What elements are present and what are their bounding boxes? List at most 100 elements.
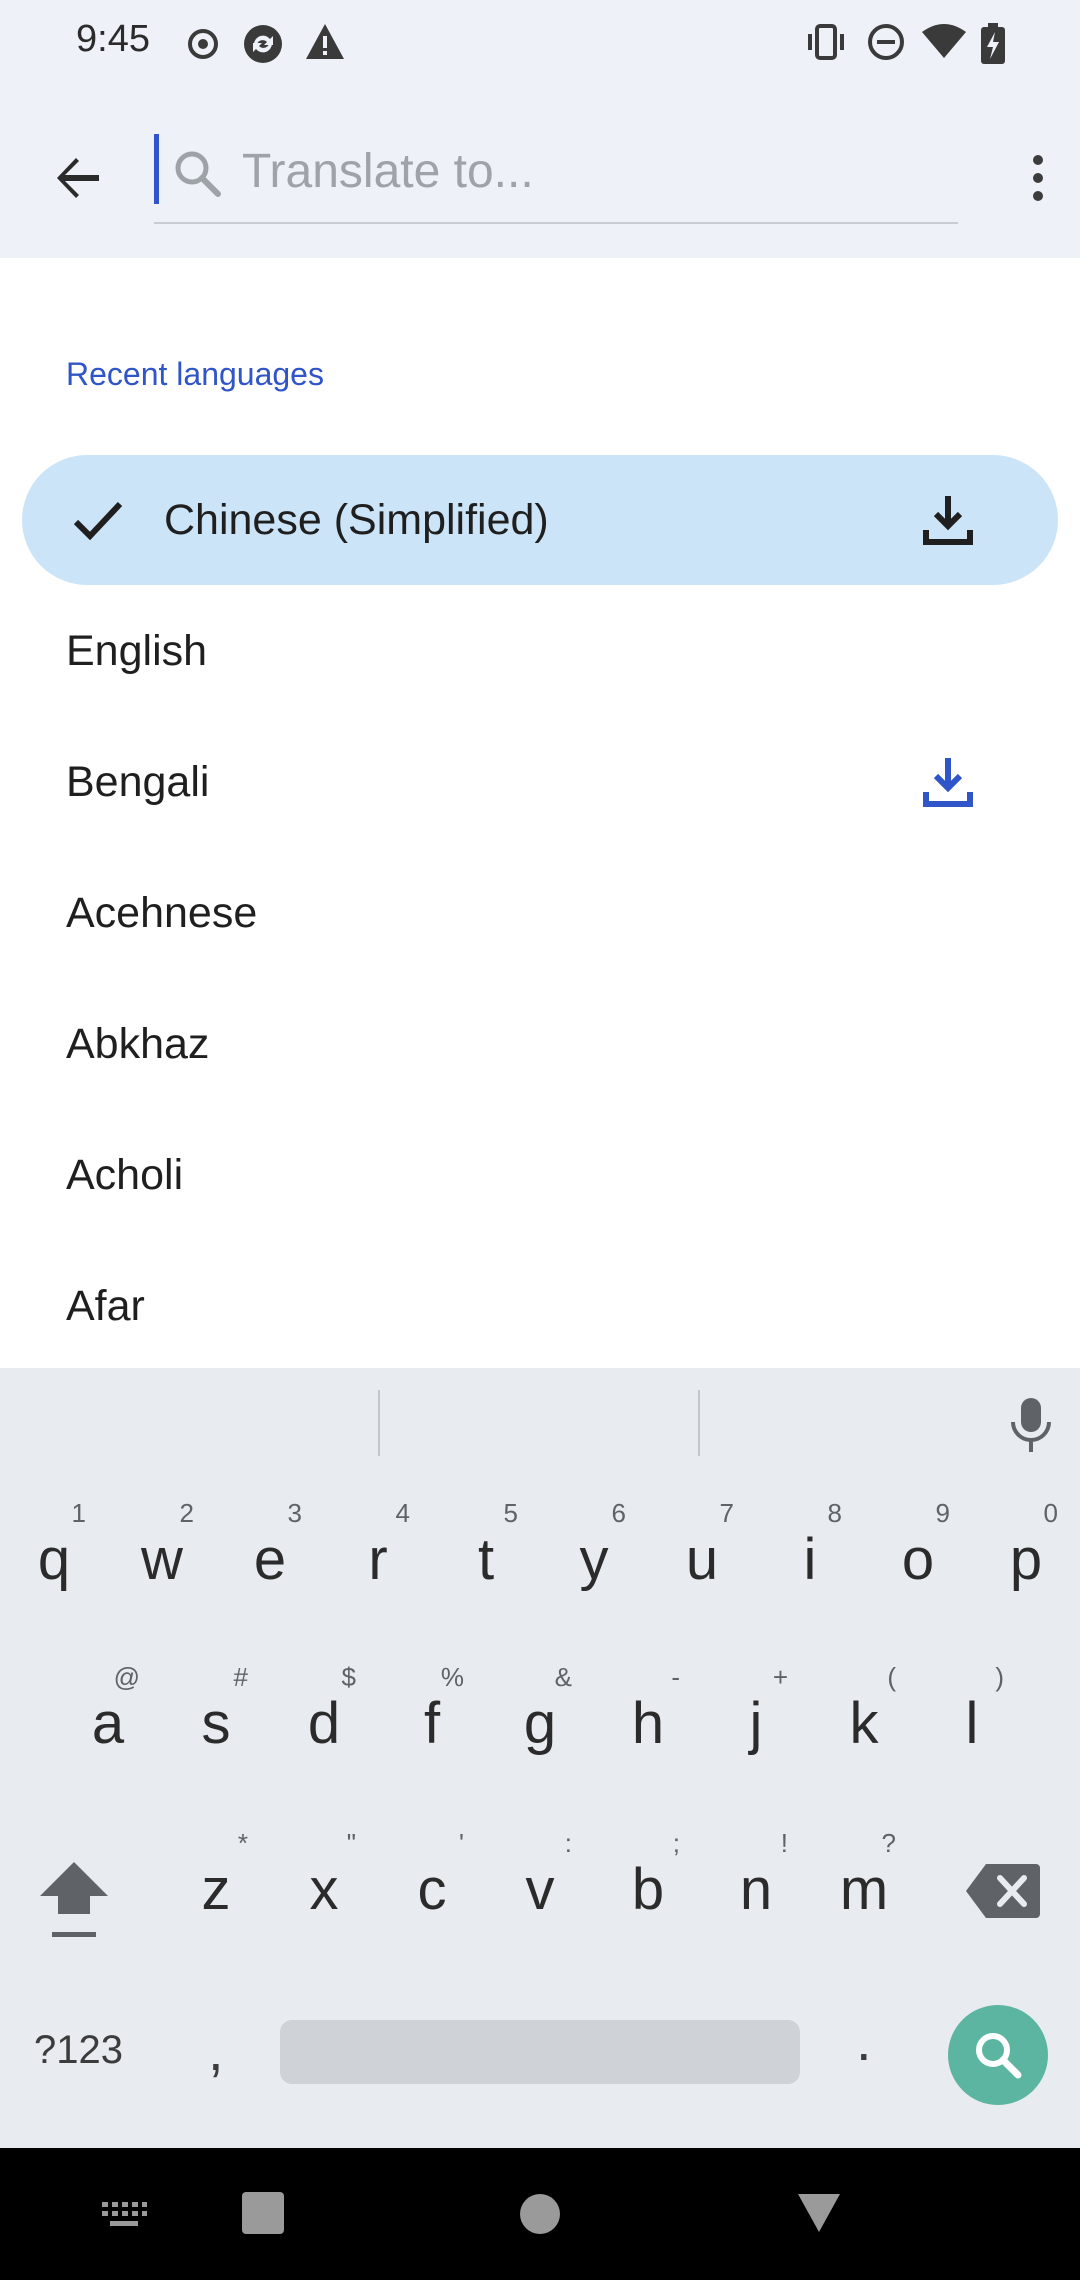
key-o[interactable]: 9o [868,1496,968,1606]
key-hint: % [440,1662,464,1692]
text-cursor [154,134,159,204]
key-n[interactable]: ! n [706,1826,806,1936]
more-options-button[interactable] [1008,138,1068,218]
search-action-key[interactable] [948,2005,1048,2105]
key-hint: ' [459,1828,464,1858]
key-x[interactable]: " x [274,1826,374,1936]
space-bar[interactable] [280,2020,800,2084]
key-b[interactable]: ; b [598,1826,698,1936]
key-j[interactable]: + j [706,1660,806,1770]
key-label: j [749,1691,763,1756]
key-label: l [965,1691,979,1756]
key-label: b [631,1857,665,1922]
warning-icon [306,24,344,59]
key-k[interactable]: (k [814,1660,914,1770]
key-hint: 7 [719,1498,734,1528]
symbols-key[interactable]: ?123 [34,2028,123,2073]
key-label: q [37,1527,71,1592]
app-bar [0,90,1080,258]
comma-key[interactable]: , [208,2018,224,2083]
recents-button[interactable] [242,2192,284,2234]
key-hint: & [554,1662,572,1692]
language-label: English [66,627,208,675]
key-hint: " [346,1828,356,1858]
language-item[interactable]: Acehnese [0,848,1080,978]
key-label: z [201,1857,231,1922]
language-label: Acehnese [66,889,258,937]
language-item[interactable]: Chinese (Simplified) [0,455,1080,585]
key-hint: 3 [287,1498,302,1528]
key-label: a [91,1691,125,1756]
strip-divider [378,1390,380,1456]
download-icon[interactable] [918,752,978,812]
back-button[interactable] [40,140,116,216]
key-label: f [423,1691,441,1756]
search-input[interactable] [240,130,944,212]
key-label: x [309,1857,339,1922]
key-g[interactable]: & g [490,1660,590,1770]
key-label: o [901,1527,935,1592]
key-r[interactable]: 4r [328,1496,428,1606]
backspace-key[interactable] [964,1862,1040,1920]
status-time: 9:45 [76,18,150,60]
key-label: g [523,1691,557,1756]
suggestion-strip [0,1368,1080,1476]
key-label: i [803,1527,817,1592]
key-hint: : [564,1828,572,1858]
key-a[interactable]: @ a [58,1660,158,1770]
language-label: Afar [66,1282,145,1330]
sync-icon [244,25,282,63]
status-bar: 9:45 [0,0,1080,90]
search-field[interactable] [154,130,958,226]
key-c[interactable]: ' c [382,1826,482,1936]
download-icon[interactable] [918,490,978,550]
key-y[interactable]: 6y [544,1496,644,1606]
key-e[interactable]: 3e [220,1496,320,1606]
key-p[interactable]: 0p [976,1496,1076,1606]
key-hint: 4 [395,1498,410,1528]
key-i[interactable]: 8i [760,1496,860,1606]
keyboard-switch-icon[interactable] [100,2200,148,2230]
search-underline [154,222,958,224]
key-v[interactable]: :v [490,1826,590,1936]
key-l[interactable]: ) l [922,1660,1022,1770]
shift-key[interactable] [36,1856,112,1946]
back-nav-button[interactable] [796,2192,842,2234]
navigation-bar [0,2148,1080,2280]
strip-divider [698,1390,700,1456]
language-item[interactable]: Bengali [0,717,1080,847]
period-key[interactable]: . [856,2008,872,2073]
language-item[interactable]: English [0,586,1080,716]
key-label: v [525,1857,555,1922]
language-item[interactable]: Abkhaz [0,979,1080,1109]
key-f[interactable]: % f [382,1660,482,1770]
key-label: y [579,1527,609,1592]
key-hint: ; [672,1828,680,1858]
language-label: Chinese (Simplified) [164,496,549,544]
key-m[interactable]: ? m [814,1826,914,1936]
language-item[interactable]: Afar [0,1241,1080,1371]
key-hint: - [671,1662,680,1692]
key-s[interactable]: # s [166,1660,266,1770]
search-icon [175,151,221,197]
battery-charging-icon [981,23,1005,64]
key-h[interactable]: -h [598,1660,698,1770]
language-item[interactable]: Acholi [0,1110,1080,1240]
microphone-icon[interactable] [1006,1396,1056,1454]
more-vert-icon [1033,155,1043,165]
keyboard: 1 q 2 w 3 e 4 r 5 t 6 y 7 u 8 i 9 o 0 p @ a # s $ d% f & g - h + j(k) l * z… [0,1368,1080,2148]
more-vert-icon-dot [1033,191,1043,201]
check-icon [73,501,123,541]
key-label: c [417,1857,447,1922]
record-icon [188,29,218,59]
key-u[interactable]: 7u [652,1496,752,1606]
key-z[interactable]: * z [166,1826,266,1936]
key-d[interactable]: $ d [274,1660,374,1770]
key-hint: 5 [503,1498,518,1528]
key-hint: ) [995,1662,1004,1692]
home-button[interactable] [520,2194,560,2234]
key-q[interactable]: 1q [4,1496,104,1606]
key-w[interactable]: 2w [112,1496,212,1606]
key-t[interactable]: 5t [436,1496,536,1606]
key-label: m [839,1857,889,1922]
